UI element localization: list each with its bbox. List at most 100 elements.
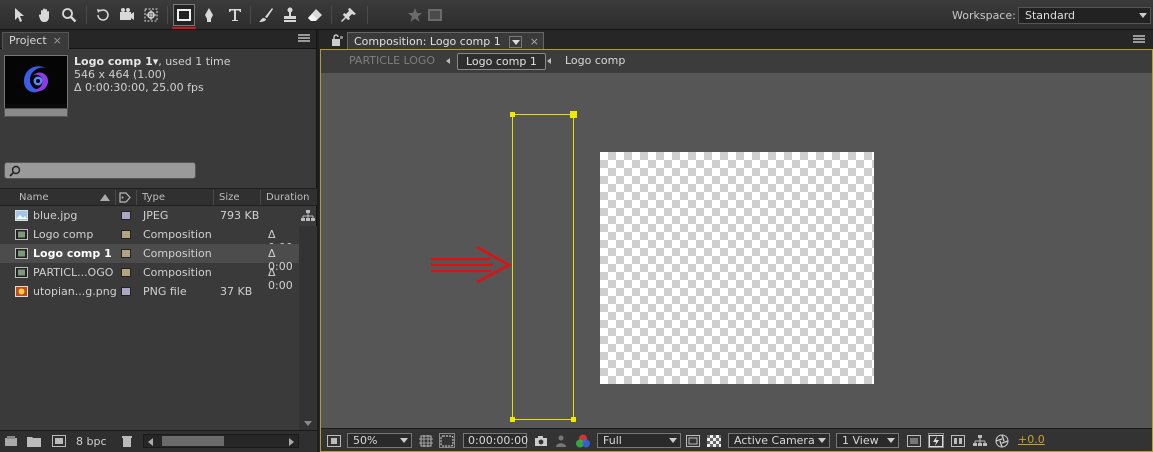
axis-mode-button[interactable]: [424, 4, 446, 26]
trash-icon[interactable]: [120, 435, 134, 447]
close-icon[interactable]: ×: [530, 35, 539, 48]
new-folder-icon[interactable]: [27, 435, 41, 447]
lock-icon[interactable]: [331, 34, 343, 46]
transform-handle[interactable]: [510, 112, 515, 117]
selection-tool-icon: [15, 8, 24, 22]
lightning-icon: [929, 434, 943, 447]
chevron-down-icon: [669, 438, 677, 443]
column-duration[interactable]: Duration: [266, 192, 309, 203]
label-color-swatch[interactable]: [121, 268, 131, 277]
label-color-swatch[interactable]: [121, 249, 131, 258]
timeline-button[interactable]: [950, 433, 966, 448]
project-vertical-scrollbar[interactable]: [299, 226, 317, 430]
item-size: 793 KB: [220, 209, 260, 222]
panel-box-icon: [428, 9, 442, 21]
transparency-grid-button[interactable]: [706, 433, 722, 448]
project-horizontal-scrollbar[interactable]: [143, 434, 299, 448]
scroll-left-arrow-icon[interactable]: [148, 438, 153, 446]
composition-icon: [15, 229, 28, 240]
region-of-interest-button[interactable]: [685, 433, 701, 448]
breadcrumb-logo-comp-1[interactable]: Logo comp 1: [457, 53, 546, 70]
project-list-item[interactable]: utopian...g.png PNG file 37 KB: [0, 282, 299, 301]
brush-tool-button[interactable]: [255, 4, 277, 26]
label-color-swatch[interactable]: [121, 287, 131, 296]
comp-flowchart-button[interactable]: [972, 433, 988, 448]
workspace-dropdown[interactable]: Standard: [1018, 7, 1151, 24]
column-type[interactable]: Type: [142, 192, 165, 203]
tab-project[interactable]: Project ×: [2, 32, 69, 49]
chevron-down-icon[interactable]: [508, 35, 522, 48]
always-preview-button[interactable]: [326, 433, 342, 448]
tab-composition[interactable]: Composition: Logo comp 1 ×: [347, 32, 544, 49]
interpret-footage-icon[interactable]: [4, 435, 18, 447]
image-file-icon: [15, 210, 28, 221]
tab-composition-label: Composition: Logo comp 1: [354, 35, 501, 48]
project-tabbar: Project ×: [0, 30, 316, 49]
view-layout-dropdown[interactable]: 1 View: [836, 433, 899, 448]
grid-guides-button[interactable]: [418, 433, 434, 448]
label-tag-icon[interactable]: [119, 192, 131, 203]
project-search-input[interactable]: [4, 162, 196, 179]
camera-tool-button[interactable]: [116, 4, 138, 26]
reset-exposure-button[interactable]: [994, 433, 1010, 448]
column-size[interactable]: Size: [219, 192, 240, 203]
pan-behind-tool-button[interactable]: [140, 4, 162, 26]
fast-previews-button[interactable]: [928, 433, 944, 448]
selected-item-name[interactable]: Logo comp 1▾: [74, 55, 158, 68]
scroll-down-arrow-icon[interactable]: [304, 421, 312, 426]
toggle-mask-visibility-button[interactable]: [439, 433, 455, 448]
column-name[interactable]: Name: [19, 192, 49, 203]
exposure-value[interactable]: +0.0: [1018, 433, 1045, 446]
pen-tool-button[interactable]: [198, 4, 220, 26]
new-composition-icon[interactable]: [52, 435, 66, 447]
type-tool-button[interactable]: [224, 4, 246, 26]
person-icon: [556, 435, 566, 447]
project-list-item[interactable]: Logo comp 1 Composition Δ 0:00: [0, 244, 299, 273]
breadcrumb-logo-comp[interactable]: Logo comp: [565, 54, 625, 67]
project-list-item[interactable]: blue.jpg JPEG 793 KB: [0, 206, 299, 225]
transform-handle[interactable]: [571, 417, 576, 422]
scroll-right-arrow-icon[interactable]: [289, 438, 294, 446]
panel-menu-icon[interactable]: [1133, 35, 1145, 44]
transparency-grid-canvas[interactable]: [600, 152, 874, 384]
transform-handle[interactable]: [510, 417, 515, 422]
view-camera-dropdown[interactable]: Active Camera: [728, 433, 830, 448]
resolution-dropdown[interactable]: Full: [597, 433, 681, 448]
puppet-pin-tool-icon: [341, 8, 356, 22]
chevron-down-icon: [1139, 13, 1147, 18]
selection-tool-button[interactable]: [8, 4, 30, 26]
view-layout-value: 1 View: [842, 434, 879, 447]
close-icon[interactable]: ×: [53, 34, 62, 47]
composition-viewer[interactable]: [321, 73, 1152, 427]
item-type: Composition: [143, 247, 212, 260]
label-color-swatch[interactable]: [121, 230, 131, 239]
project-list-item[interactable]: PARTICL...OGO Composition Δ 0:00: [0, 263, 299, 292]
pan-behind-tool-icon: [144, 8, 158, 22]
color-depth-button[interactable]: 8 bpc: [76, 435, 107, 448]
eraser-tool-button[interactable]: [304, 4, 326, 26]
take-snapshot-button[interactable]: [533, 433, 549, 448]
type-tool-icon: [229, 9, 241, 21]
label-color-swatch[interactable]: [121, 211, 131, 220]
star-axis-button[interactable]: [404, 4, 426, 26]
show-snapshot-button[interactable]: [553, 433, 569, 448]
scrollbar-thumb[interactable]: [162, 436, 224, 446]
rectangle-tool-button[interactable]: [172, 4, 196, 29]
transform-handle[interactable]: [570, 111, 577, 118]
clone-stamp-tool-button[interactable]: [279, 4, 301, 26]
project-list-item[interactable]: Logo compCompositionΔ 0:00: [0, 225, 299, 254]
selected-layer-bounds[interactable]: [510, 111, 577, 422]
puppet-pin-tool-button[interactable]: [338, 4, 360, 26]
flowchart-icon[interactable]: [301, 210, 315, 222]
hand-tool-button[interactable]: [34, 4, 56, 26]
toggle-pixel-aspect-button[interactable]: [906, 433, 922, 448]
panel-menu-icon[interactable]: [298, 34, 310, 43]
zoom-tool-button[interactable]: [58, 4, 80, 26]
show-channel-button[interactable]: [575, 433, 591, 448]
tab-project-label: Project: [9, 34, 47, 47]
rotate-tool-button[interactable]: [92, 4, 114, 26]
breadcrumb-particle-logo[interactable]: PARTICLE LOGO: [349, 54, 435, 67]
magnification-dropdown[interactable]: 50%: [347, 433, 412, 448]
toolbar-divider: [331, 6, 332, 24]
current-time-field[interactable]: 0:00:00:00: [463, 433, 528, 448]
